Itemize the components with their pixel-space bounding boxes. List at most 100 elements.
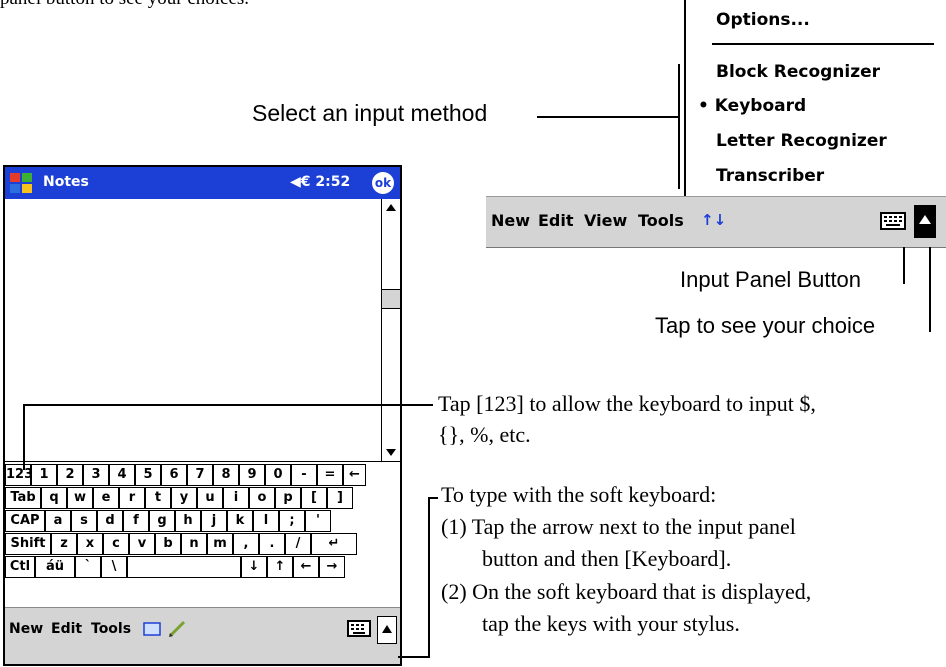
key-c[interactable]: c: [103, 533, 129, 555]
key-d[interactable]: d: [97, 510, 123, 532]
key-3[interactable]: 3: [83, 464, 109, 486]
key-0[interactable]: 0: [265, 464, 291, 486]
key-↑[interactable]: ↑: [267, 556, 293, 578]
windows-start-icon[interactable]: [8, 170, 36, 196]
key-9[interactable]: 9: [239, 464, 265, 486]
key-\[interactable]: \: [101, 556, 127, 578]
key-x[interactable]: x: [77, 533, 103, 555]
key-y[interactable]: y: [171, 487, 197, 509]
key-Ctl[interactable]: Ctl: [5, 556, 35, 578]
pencil-icon[interactable]: [167, 619, 187, 639]
input-panel-arrow-button[interactable]: [914, 205, 936, 238]
key-↵[interactable]: ↵: [311, 533, 357, 555]
volume-time[interactable]: ◀€ 2:52: [290, 174, 350, 190]
key-`[interactable]: `: [75, 556, 101, 578]
mail-icon[interactable]: [143, 622, 161, 636]
key-'[interactable]: ': [305, 510, 331, 532]
soft-keyboard-bracket-top: [428, 497, 438, 499]
toolbar-new[interactable]: New: [491, 211, 530, 230]
menu-bracket-line: [678, 64, 680, 189]
sync-arrows-icon[interactable]: ↑↓: [701, 211, 726, 229]
menu-item-transcriber[interactable]: Transcriber: [716, 166, 824, 186]
key-[[interactable]: [: [301, 487, 327, 509]
key-,[interactable]: ,: [233, 533, 259, 555]
key-/[interactable]: /: [285, 533, 311, 555]
key-7[interactable]: 7: [187, 464, 213, 486]
arrow-up-icon: [382, 625, 392, 633]
key-4[interactable]: 4: [109, 464, 135, 486]
keyboard-row: Ctl áü ` \ ↓ ↑ ← →: [5, 556, 400, 579]
menu-item-options[interactable]: Options...: [716, 10, 810, 30]
key-p[interactable]: p: [275, 487, 301, 509]
key-v[interactable]: v: [129, 533, 155, 555]
toolbar-edit[interactable]: Edit: [538, 211, 574, 230]
menu-item-keyboard-label: Keyboard: [714, 96, 807, 116]
key-g[interactable]: g: [149, 510, 175, 532]
toolbar-tools[interactable]: Tools: [638, 211, 684, 230]
key-h[interactable]: h: [175, 510, 201, 532]
select-method-pointer-line: [537, 116, 680, 118]
scrollbar[interactable]: [381, 199, 400, 461]
key-1[interactable]: 1: [31, 464, 57, 486]
scroll-up-icon[interactable]: [385, 203, 397, 213]
keyboard-icon[interactable]: [880, 211, 906, 231]
menu-item-block-recognizer[interactable]: Block Recognizer: [716, 62, 880, 82]
key-←[interactable]: ←: [343, 464, 366, 486]
key-.[interactable]: .: [259, 533, 285, 555]
note-area[interactable]: [5, 199, 381, 461]
key-e[interactable]: e: [93, 487, 119, 509]
key-8[interactable]: 8: [213, 464, 239, 486]
menu-item-letter-recognizer[interactable]: Letter Recognizer: [716, 131, 887, 151]
key-←[interactable]: ←: [293, 556, 319, 578]
scrollbar-thumb[interactable]: [382, 289, 400, 309]
key-=[interactable]: =: [317, 464, 343, 486]
key-→[interactable]: →: [319, 556, 345, 578]
key-space[interactable]: [127, 556, 241, 578]
key-][interactable]: ]: [327, 487, 353, 509]
menu-item-keyboard[interactable]: • Keyboard: [698, 96, 806, 116]
menu-edit[interactable]: Edit: [51, 621, 82, 637]
soft-keyboard-bracket: [428, 497, 430, 658]
key-t[interactable]: t: [145, 487, 171, 509]
key-o[interactable]: o: [249, 487, 275, 509]
soft-keyboard-bracket-bottom: [398, 656, 430, 658]
key-r[interactable]: r: [119, 487, 145, 509]
toolbar-view[interactable]: View: [584, 211, 627, 230]
soft-keyboard-step2b: tap the keys with your stylus.: [482, 611, 740, 636]
menu-tools[interactable]: Tools: [91, 621, 131, 637]
key-Tab[interactable]: Tab: [5, 487, 41, 509]
key-j[interactable]: j: [201, 510, 227, 532]
key-;[interactable]: ;: [279, 510, 305, 532]
key-áü[interactable]: áü: [35, 556, 75, 578]
key-b[interactable]: b: [155, 533, 181, 555]
key--[interactable]: -: [291, 464, 317, 486]
key-CAP[interactable]: CAP: [5, 510, 45, 532]
key-m[interactable]: m: [207, 533, 233, 555]
key-Shift[interactable]: Shift: [5, 533, 51, 555]
key-5[interactable]: 5: [135, 464, 161, 486]
key-l[interactable]: l: [253, 510, 279, 532]
tap-123-pointer-horizontal: [23, 404, 433, 406]
keyboard-icon[interactable]: [347, 620, 371, 638]
keyboard-row: CAP a s d f g h j k l; ': [5, 510, 400, 533]
key-f[interactable]: f: [123, 510, 149, 532]
soft-keyboard: 123 1 2 3 4 5 6 7 8 9 0- = ← Tab q w e r t y u i o p[] CAP a s d f…: [5, 461, 400, 602]
key-w[interactable]: w: [67, 487, 93, 509]
key-6[interactable]: 6: [161, 464, 187, 486]
scroll-down-icon[interactable]: [385, 447, 397, 457]
key-n[interactable]: n: [181, 533, 207, 555]
menu-new[interactable]: New: [9, 621, 43, 637]
key-k[interactable]: k: [227, 510, 253, 532]
key-q[interactable]: q: [41, 487, 67, 509]
key-u[interactable]: u: [197, 487, 223, 509]
key-2[interactable]: 2: [57, 464, 83, 486]
ok-button[interactable]: ok: [372, 172, 394, 194]
key-a[interactable]: a: [45, 510, 71, 532]
key-123[interactable]: 123: [5, 464, 31, 486]
key-s[interactable]: s: [71, 510, 97, 532]
key-z[interactable]: z: [51, 533, 77, 555]
input-panel-arrow-button[interactable]: [377, 616, 397, 644]
menu-toolbar: New Edit View Tools ↑↓: [486, 196, 946, 248]
key-i[interactable]: i: [223, 487, 249, 509]
key-↓[interactable]: ↓: [241, 556, 267, 578]
